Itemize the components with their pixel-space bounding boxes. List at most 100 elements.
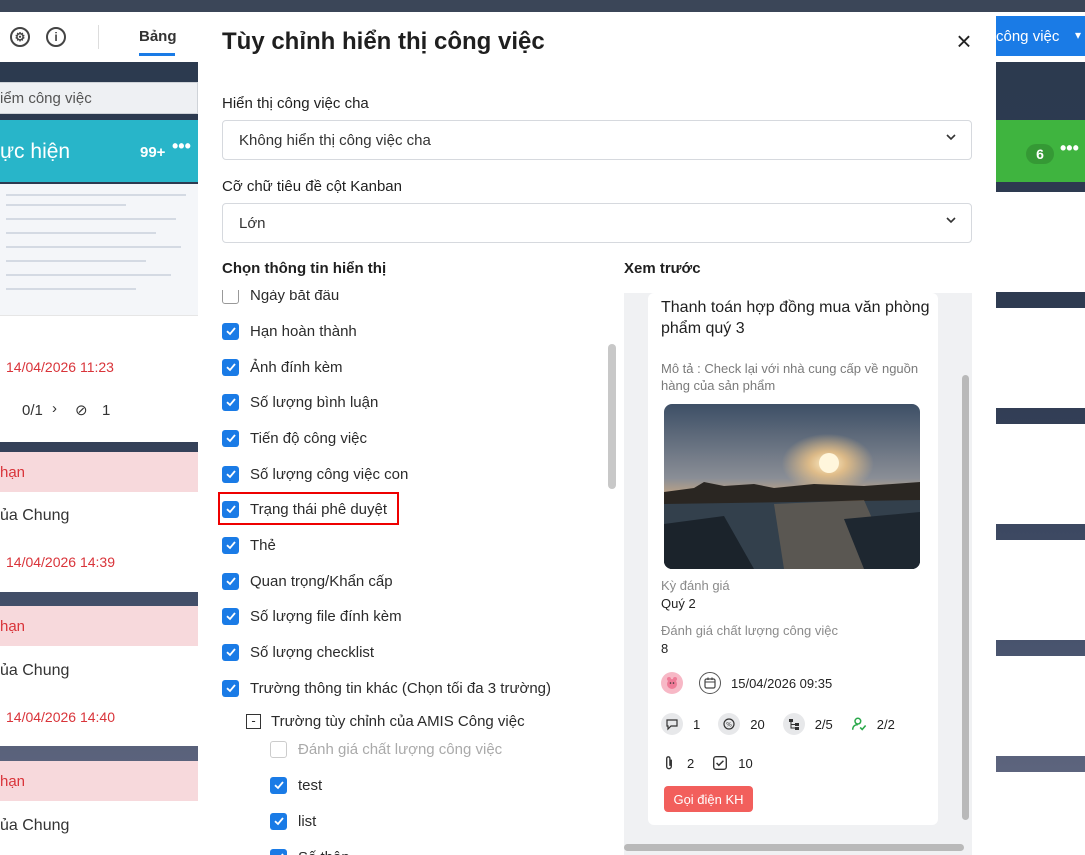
display-option-label: Ngày bắt đầu	[250, 290, 340, 304]
tab-board[interactable]: Bảng	[139, 28, 177, 45]
preview-tag: Gọi điện KH	[664, 786, 753, 812]
highlight-box	[218, 492, 399, 525]
display-option[interactable]: Tiến độ công việc	[222, 427, 367, 449]
custom-field-option[interactable]: test	[270, 774, 322, 796]
card-due-date: 14/04/2026 14:39	[6, 554, 115, 570]
card-due-date: 14/04/2026 11:23	[6, 359, 114, 375]
custom-field-label: Đánh giá chất lượng công việc	[298, 740, 503, 758]
display-option[interactable]: Số lượng file đính kèm	[222, 605, 402, 627]
preview-approval-count: 2/2	[876, 716, 895, 732]
task-card[interactable]	[996, 192, 1085, 292]
checkbox-checked[interactable]	[222, 536, 239, 554]
add-task-label: công việc	[996, 27, 1060, 45]
settings-icon[interactable]: ⚙	[10, 27, 30, 47]
checkbox-checked[interactable]	[222, 679, 239, 697]
preview-files-row: 2 10	[661, 755, 753, 771]
display-settings-dialog: Tùy chỉnh hiển thị công việc × Hiển thị …	[198, 14, 996, 855]
checkbox-checked[interactable]	[222, 429, 239, 447]
display-option[interactable]: Quan trọng/Khẩn cấp	[222, 570, 393, 592]
card-due-date: 14/04/2026 14:40	[6, 709, 115, 725]
custom-field-option[interactable]: list	[270, 810, 316, 832]
collapse-icon[interactable]: -	[246, 713, 261, 729]
add-task-button[interactable]: công việc ▾	[996, 16, 1085, 56]
close-icon[interactable]: ×	[952, 28, 976, 54]
checkbox-checked[interactable]	[270, 848, 287, 855]
checkbox-checked[interactable]	[270, 776, 287, 794]
info-icon[interactable]: i	[46, 27, 66, 47]
display-option[interactable]: Thẻ	[222, 534, 276, 556]
subtask-icon	[782, 713, 805, 735]
card-deadline-badge: hạn	[0, 761, 198, 801]
display-option[interactable]: Số lượng bình luận	[222, 391, 378, 413]
calendar-icon	[699, 672, 721, 694]
column-more-icon[interactable]: •••	[172, 136, 191, 157]
card-deadline-badge: hạn	[0, 606, 198, 646]
preview-heading: Xem trước	[624, 260, 701, 277]
search-input[interactable]: iểm công việc	[0, 82, 198, 114]
preview-vertical-scrollbar[interactable]	[962, 375, 969, 820]
display-option-label: Quan trọng/Khẩn cấp	[250, 572, 393, 590]
tab-board-indicator	[139, 53, 175, 56]
preview-field2-label: Đánh giá chất lượng công việc	[661, 623, 838, 638]
column-more-icon[interactable]: •••	[1060, 138, 1079, 159]
display-option[interactable]: Hạn hoàn thành	[222, 320, 357, 342]
checkbox-checked[interactable]	[222, 643, 239, 661]
display-option[interactable]: Ngày bắt đầu	[222, 290, 339, 306]
custom-field-option[interactable]: Số thập...	[270, 846, 362, 855]
checkbox-checked[interactable]	[222, 572, 239, 590]
display-option-label: Tiến độ công việc	[250, 429, 368, 447]
custom-field-label: list	[298, 812, 317, 830]
card-deadline-badge: hạn	[0, 452, 198, 492]
display-option-label: Số lượng checklist	[250, 643, 375, 661]
task-card[interactable]	[996, 308, 1085, 408]
font-size-value: Lớn	[239, 215, 266, 232]
preview-panel: Thanh toán hợp đồng mua văn phòng phẩm q…	[624, 293, 972, 855]
checkbox-checked[interactable]	[222, 465, 239, 483]
parent-task-select[interactable]: Không hiển thị công việc cha	[222, 120, 972, 160]
preview-due-date: 15/04/2026 09:35	[731, 675, 833, 691]
display-option-label: Số lượng bình luận	[250, 393, 379, 411]
checkbox-checked[interactable]	[270, 812, 287, 830]
checkbox-unchecked[interactable]	[222, 290, 239, 304]
avatar	[661, 672, 683, 694]
display-option[interactable]: Ảnh đính kèm	[222, 356, 343, 378]
chevron-down-icon: ▾	[1074, 28, 1081, 42]
svg-text:%: %	[726, 722, 732, 729]
preview-field1-value: Quý 2	[661, 596, 696, 611]
options-scrollbar[interactable]	[608, 344, 616, 489]
task-card[interactable]	[996, 656, 1085, 756]
display-option[interactable]: Số lượng công việc con	[222, 463, 408, 485]
font-size-select[interactable]: Lớn	[222, 203, 972, 243]
task-card[interactable]	[996, 540, 1085, 640]
custom-fields-group[interactable]: - Trường tùy chỉnh của AMIS Công việc	[246, 710, 525, 732]
display-option[interactable]: Trường thông tin khác (Chọn tối đa 3 trư…	[222, 677, 551, 699]
preview-horizontal-scrollbar[interactable]	[624, 844, 964, 851]
display-option-label: Số lượng công việc con	[250, 465, 409, 483]
approval-icon	[851, 716, 867, 732]
display-options-list: Ngày bắt đầu Hạn hoàn thành Ảnh đính kèm Số…	[222, 290, 612, 855]
preview-task-title: Thanh toán hợp đồng mua văn phòng phẩm q…	[661, 299, 930, 337]
display-option[interactable]: Số lượng checklist	[222, 641, 374, 663]
preview-comment-count: 1	[693, 716, 701, 732]
custom-field-option: Đánh giá chất lượng công việc	[270, 738, 502, 760]
task-card[interactable]	[996, 772, 1085, 855]
checkbox-checked[interactable]	[222, 358, 239, 376]
checkbox-checked[interactable]	[222, 393, 239, 411]
card-assignee: ủa Chung	[0, 817, 70, 834]
card-subtask-count: 0/1	[22, 402, 43, 419]
checkbox-checked[interactable]	[222, 607, 239, 625]
column-count: 99+	[140, 144, 166, 161]
display-option-label: Thẻ	[250, 536, 276, 554]
custom-field-label: test	[298, 776, 323, 794]
task-card[interactable]	[996, 424, 1085, 524]
preview-progress: 20	[750, 716, 765, 732]
checkbox-unchecked	[270, 740, 287, 758]
display-option-label: Số lượng file đính kèm	[250, 607, 402, 625]
checkbox-checked[interactable]	[222, 322, 239, 340]
column-title: ực hiện	[0, 140, 71, 163]
toolbar-divider	[98, 25, 99, 49]
display-option-label: Ảnh đính kèm	[250, 358, 343, 376]
progress-icon: %	[718, 713, 741, 735]
parent-task-value: Không hiển thị công việc cha	[239, 132, 431, 149]
chevron-right-icon: ›	[52, 400, 57, 417]
